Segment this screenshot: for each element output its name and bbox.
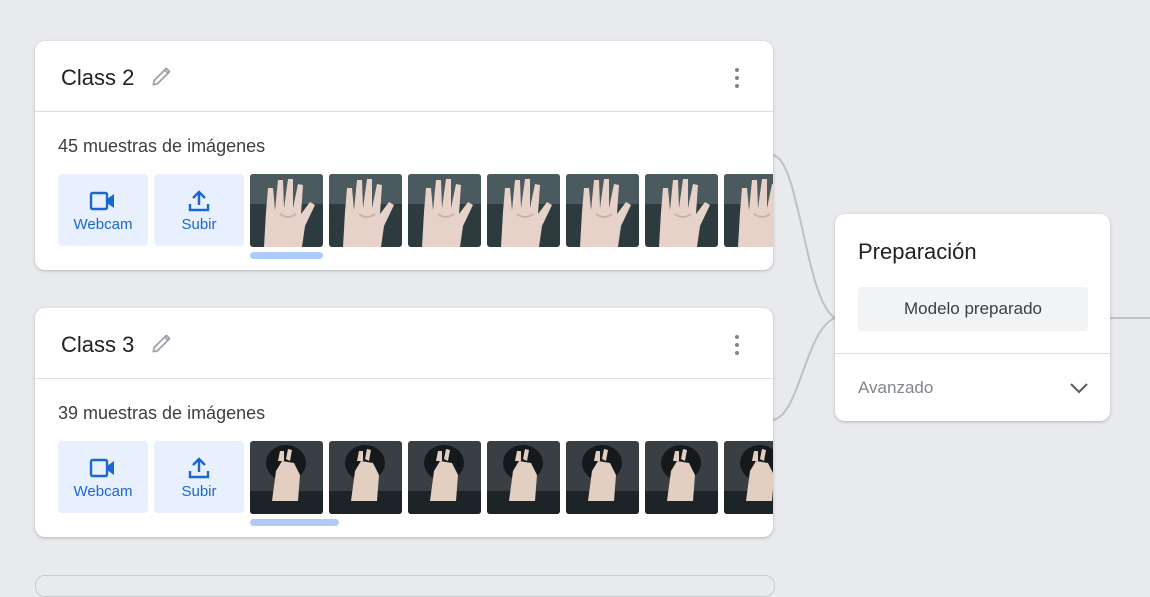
upload-label: Subir — [181, 216, 217, 233]
progress-bar — [250, 519, 339, 526]
videocam-icon — [89, 191, 114, 211]
training-title: Preparación — [858, 239, 977, 264]
webcam-label: Webcam — [73, 483, 133, 500]
class-card-3: Class 3 39 muestras de imágenes Webcam S… — [35, 308, 773, 537]
sample-thumbnail[interactable] — [408, 174, 481, 247]
upload-label: Subir — [181, 483, 217, 500]
sample-thumbnail[interactable] — [329, 441, 402, 514]
sample-thumbnail[interactable] — [724, 441, 773, 514]
card-header: Class 3 — [35, 308, 773, 379]
sample-thumbnail[interactable] — [645, 174, 718, 247]
sample-thumbnail[interactable] — [250, 441, 323, 514]
class-card-2: Class 2 45 muestras de imágenes Webcam S… — [35, 41, 773, 270]
upload-button[interactable]: Subir — [154, 174, 244, 246]
class-title[interactable]: Class 3 — [61, 332, 134, 358]
sample-thumbnail[interactable] — [566, 174, 639, 247]
sample-thumbnails — [250, 174, 773, 247]
sample-thumbnail[interactable] — [566, 441, 639, 514]
next-class-card — [35, 575, 775, 597]
chevron-down-icon[interactable] — [1068, 378, 1090, 398]
upload-icon — [188, 457, 210, 479]
more-vert-icon[interactable] — [727, 68, 747, 90]
upload-icon — [188, 190, 210, 212]
sample-thumbnails — [250, 441, 773, 514]
sample-thumbnail[interactable] — [645, 441, 718, 514]
pencil-icon[interactable] — [149, 330, 175, 356]
webcam-button[interactable]: Webcam — [58, 441, 148, 513]
divider — [835, 353, 1110, 354]
sample-thumbnail[interactable] — [250, 174, 323, 247]
webcam-label: Webcam — [73, 216, 133, 233]
training-panel: Preparación Modelo preparado Avanzado — [835, 214, 1110, 421]
advanced-toggle-label[interactable]: Avanzado — [858, 378, 933, 398]
webcam-button[interactable]: Webcam — [58, 174, 148, 246]
more-vert-icon[interactable] — [727, 335, 747, 357]
sample-count: 45 muestras de imágenes — [58, 136, 266, 156]
videocam-icon — [89, 458, 114, 478]
progress-bar — [250, 252, 323, 259]
class-title[interactable]: Class 2 — [61, 65, 134, 91]
pencil-icon[interactable] — [149, 63, 175, 89]
sample-thumbnail[interactable] — [487, 174, 560, 247]
train-model-button[interactable]: Modelo preparado — [858, 287, 1088, 331]
sample-thumbnail[interactable] — [408, 441, 481, 514]
card-header: Class 2 — [35, 41, 773, 112]
sample-thumbnail[interactable] — [724, 174, 773, 247]
upload-button[interactable]: Subir — [154, 441, 244, 513]
sample-thumbnail[interactable] — [329, 174, 402, 247]
sample-thumbnail[interactable] — [487, 441, 560, 514]
sample-count: 39 muestras de imágenes — [58, 403, 266, 423]
